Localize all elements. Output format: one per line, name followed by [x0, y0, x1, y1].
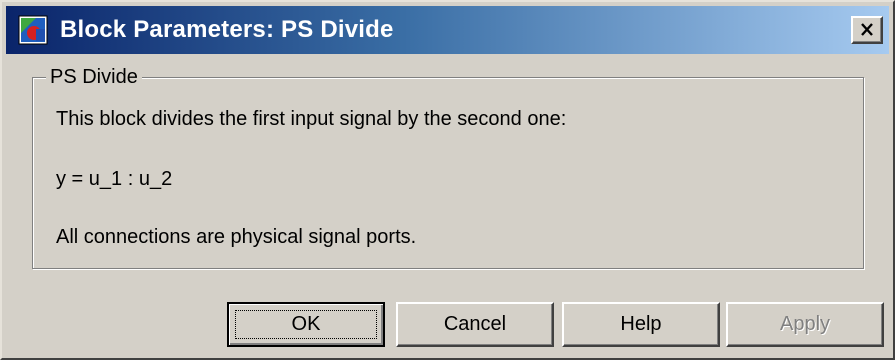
close-icon — [861, 23, 873, 36]
title-bar[interactable]: Block Parameters: PS Divide — [6, 6, 889, 54]
help-button[interactable]: Help — [562, 302, 720, 347]
close-button[interactable] — [851, 16, 883, 44]
cancel-button-label: Cancel — [443, 313, 507, 335]
simulink-block-icon — [18, 15, 48, 45]
window-title: Block Parameters: PS Divide — [60, 16, 394, 43]
ok-button[interactable]: OK — [227, 302, 385, 347]
ok-button-label: OK — [291, 313, 321, 335]
cancel-button[interactable]: Cancel — [396, 302, 554, 347]
groupbox-legend: PS Divide — [46, 64, 142, 90]
equation-text: y = u_1 : u_2 — [56, 168, 173, 190]
apply-button-label: Apply — [779, 313, 831, 335]
help-button-label: Help — [620, 313, 662, 335]
connections-text: All connections are physical signal port… — [56, 226, 417, 248]
apply-button[interactable]: Apply — [726, 302, 884, 347]
description-text: This block divides the first input signa… — [56, 108, 567, 130]
block-parameters-dialog: Block Parameters: PS Divide PS Divide Th… — [0, 0, 895, 360]
